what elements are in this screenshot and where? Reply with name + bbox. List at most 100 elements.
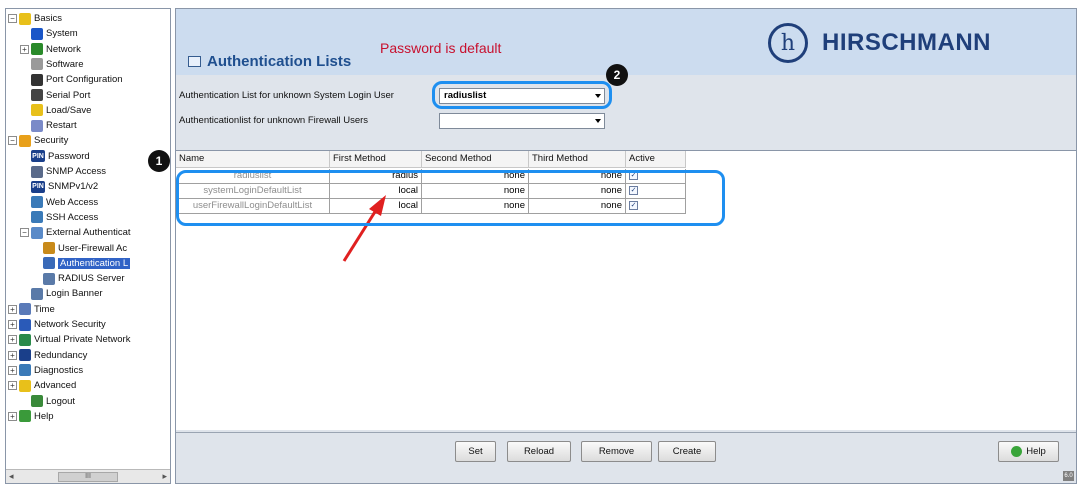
tree-node-icon bbox=[19, 134, 31, 147]
tree-item-label: Basics bbox=[34, 13, 62, 24]
navigation-tree[interactable]: − Basics System + Network Software Port Config… bbox=[5, 8, 171, 484]
scroll-left-arrow-icon[interactable]: ◂ bbox=[9, 471, 14, 482]
tree-node-icon bbox=[19, 303, 31, 316]
page-header: Authentication Lists Password is default… bbox=[176, 9, 1076, 75]
tree-node-icon bbox=[43, 272, 55, 285]
tree-item[interactable]: − Basics bbox=[8, 11, 62, 26]
tree-item-label: Security bbox=[34, 135, 69, 147]
tree-item[interactable]: PIN Password bbox=[20, 149, 90, 164]
app-window: − Basics System + Network Software Port Config… bbox=[0, 0, 1080, 486]
tree-item-label: Authentication L bbox=[58, 257, 131, 269]
reload-button[interactable]: Reload bbox=[507, 441, 571, 462]
tree-item[interactable]: + Network bbox=[20, 42, 81, 57]
tree-item[interactable]: + Advanced bbox=[8, 378, 76, 393]
tree-node-icon: PIN bbox=[31, 150, 45, 163]
tree-item[interactable]: + Virtual Private Network bbox=[8, 332, 130, 347]
annotation-badge-1: 1 bbox=[148, 150, 170, 172]
tree-item[interactable]: − Security bbox=[8, 133, 68, 148]
tree-item-label: SNMP Access bbox=[46, 166, 107, 177]
tree-item[interactable]: + Diagnostics bbox=[8, 363, 83, 378]
highlight-table-annotation bbox=[176, 170, 725, 226]
tree-item[interactable]: Port Configuration bbox=[20, 72, 123, 87]
tree-item-label: Restart bbox=[46, 120, 77, 132]
chevron-down-icon[interactable] bbox=[595, 119, 601, 123]
version-corner: 6.0 bbox=[1063, 471, 1074, 481]
tree-item[interactable]: Software bbox=[20, 57, 84, 72]
tree-expander-icon[interactable]: + bbox=[8, 320, 17, 329]
tree-node-icon bbox=[31, 89, 43, 101]
tree-item-label: Logout bbox=[46, 395, 76, 407]
tree-item[interactable]: Restart bbox=[20, 118, 77, 133]
tree-item[interactable]: + Help bbox=[8, 409, 54, 424]
tree-item-label: Login Banner bbox=[46, 288, 103, 300]
tree-node-icon bbox=[31, 104, 43, 117]
remove-button[interactable]: Remove bbox=[581, 441, 652, 462]
tree-node-icon bbox=[31, 165, 43, 178]
tree-item[interactable]: Web Access bbox=[20, 195, 98, 210]
tree-node-icon bbox=[31, 119, 43, 132]
firewall-list-label: Authenticationlist for unknown Firewall … bbox=[179, 115, 369, 126]
tree-item[interactable]: User-Firewall Ac bbox=[32, 241, 127, 256]
tree-horizontal-scrollbar[interactable]: ◂ III ▸ bbox=[6, 469, 170, 483]
column-header-first-method[interactable]: First Method bbox=[330, 151, 422, 168]
tree-item[interactable]: System bbox=[20, 26, 78, 41]
tree-item[interactable]: Login Banner bbox=[20, 286, 103, 301]
system-login-list-label: Authentication List for unknown System L… bbox=[179, 90, 394, 101]
tree-node-icon bbox=[19, 12, 31, 25]
tree-item[interactable]: Serial Port bbox=[20, 88, 90, 103]
tree-expander-icon[interactable]: + bbox=[8, 411, 17, 421]
tree-node-icon bbox=[31, 226, 43, 239]
column-header-name[interactable]: Name bbox=[176, 151, 330, 168]
help-button[interactable]: Help bbox=[998, 441, 1059, 462]
tree-item[interactable]: Load/Save bbox=[20, 103, 91, 118]
tree-item-label: Load/Save bbox=[46, 104, 92, 116]
tree-expander-icon[interactable]: + bbox=[20, 44, 29, 54]
tree-item[interactable]: Authentication L bbox=[32, 256, 131, 271]
tree-expander-icon[interactable]: − bbox=[8, 14, 17, 23]
help-button-label: Help bbox=[1026, 446, 1046, 457]
tree-item-label: SSH Access bbox=[46, 211, 99, 223]
tree-expander-icon[interactable]: − bbox=[20, 228, 29, 238]
tree-item-label: Password bbox=[48, 150, 90, 162]
logo-symbol: h bbox=[768, 23, 808, 63]
tree-item[interactable]: SSH Access bbox=[20, 210, 98, 225]
tree-expander-icon[interactable]: + bbox=[8, 365, 17, 375]
tree-item-label: Software bbox=[46, 58, 84, 70]
tree-item[interactable]: + Time bbox=[8, 302, 55, 317]
tree-expander-icon[interactable]: + bbox=[8, 350, 17, 360]
tree-item[interactable]: SNMP Access bbox=[20, 164, 106, 179]
tree-node-icon bbox=[19, 333, 31, 346]
tree-node-icon bbox=[43, 242, 55, 254]
tree-expander-icon[interactable]: + bbox=[8, 304, 17, 314]
scroll-thumb[interactable]: III bbox=[58, 471, 118, 482]
tree-node-icon bbox=[31, 287, 43, 300]
scroll-right-arrow-icon[interactable]: ▸ bbox=[162, 471, 167, 482]
tree-item-label: Help bbox=[34, 410, 54, 422]
tree-item-label: Network Security bbox=[34, 319, 106, 330]
tree-expander-icon[interactable]: + bbox=[8, 381, 17, 391]
tree-item[interactable]: Logout bbox=[20, 394, 75, 409]
tree-item[interactable]: RADIUS Server bbox=[32, 271, 125, 286]
table-header-row: Name First Method Second Method Third Me… bbox=[176, 151, 686, 168]
set-button[interactable]: Set bbox=[455, 441, 496, 462]
tree-node-icon bbox=[43, 257, 55, 270]
tree-node-icon bbox=[19, 318, 31, 331]
pin-icon: PIN bbox=[32, 152, 44, 160]
column-header-second-method[interactable]: Second Method bbox=[422, 151, 529, 168]
tree-item[interactable]: PIN SNMPv1/v2 bbox=[20, 179, 98, 194]
tree-node-icon bbox=[31, 196, 43, 209]
hirschmann-logo: h HIRSCHMANN bbox=[768, 23, 991, 63]
create-button[interactable]: Create bbox=[658, 441, 716, 462]
tree-item-label: Diagnostics bbox=[34, 364, 84, 376]
tree-item[interactable]: + Redundancy bbox=[8, 348, 87, 363]
highlight-combo-annotation bbox=[432, 81, 612, 109]
column-header-active[interactable]: Active bbox=[626, 151, 686, 168]
tree-expander-icon[interactable]: − bbox=[8, 136, 17, 146]
tree-item[interactable]: + Network Security bbox=[8, 317, 106, 332]
firewall-list-select[interactable] bbox=[439, 113, 605, 129]
tree-expander-icon[interactable]: + bbox=[8, 335, 17, 345]
column-header-third-method[interactable]: Third Method bbox=[529, 151, 626, 168]
tree-item[interactable]: − External Authenticat bbox=[20, 225, 131, 240]
tree-node-icon bbox=[31, 73, 43, 86]
tree-item-label: Serial Port bbox=[46, 89, 91, 101]
